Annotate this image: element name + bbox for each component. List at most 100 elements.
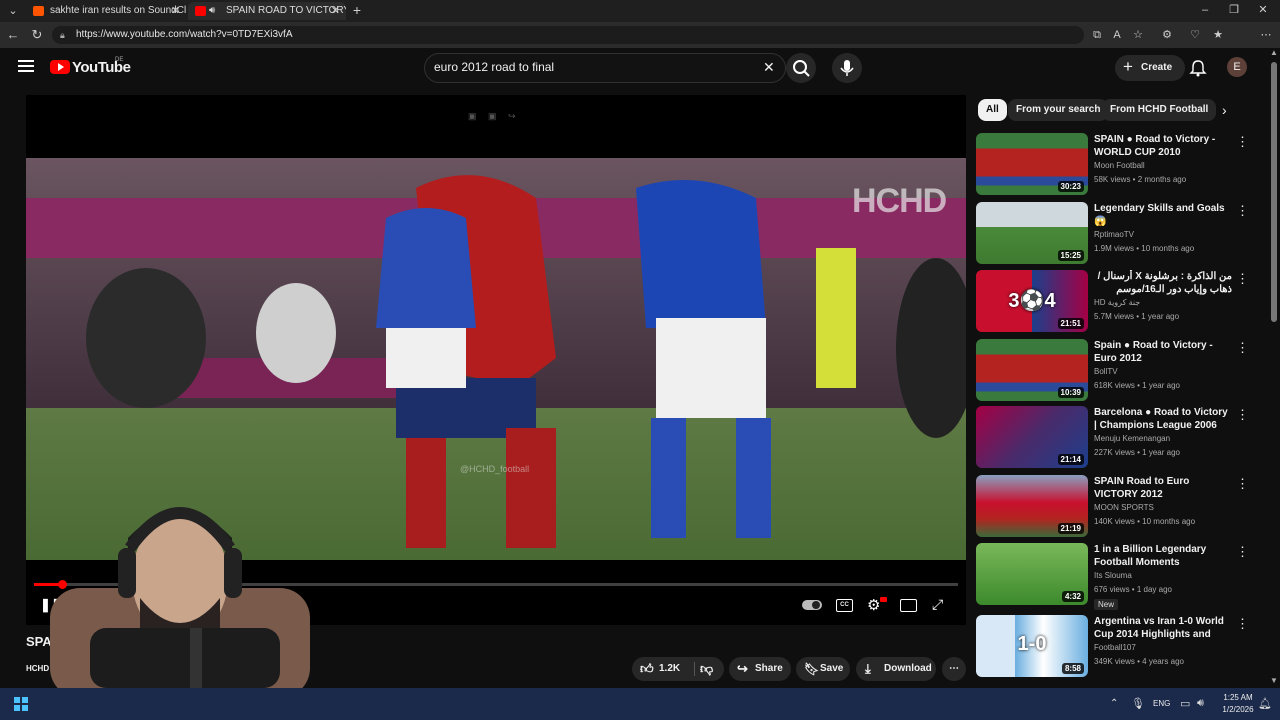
watch-later-icon[interactable]: ▣	[488, 111, 497, 122]
refresh-icon[interactable]: ↻	[30, 28, 44, 42]
video-thumbnail[interactable]: 1-0 8:58	[976, 615, 1088, 677]
voice-search-button[interactable]	[832, 53, 862, 83]
more-options-icon[interactable]: ⋮	[1236, 545, 1249, 558]
windows-start-icon[interactable]	[14, 697, 28, 711]
more-options-icon[interactable]: ⋮	[1236, 617, 1249, 630]
more-options-icon[interactable]: ⋮	[1236, 477, 1249, 490]
video-thumbnail[interactable]: 15:25	[976, 202, 1088, 264]
like-count[interactable]: 1.2K	[659, 657, 680, 681]
more-options-icon[interactable]: ⋮	[1236, 341, 1249, 354]
browser-essentials-icon[interactable]: ♡	[1188, 28, 1202, 42]
volume-icon[interactable]: 🔊︎	[1197, 697, 1204, 710]
video-channel[interactable]: Football107	[1094, 643, 1136, 652]
extensions-icon[interactable]: ⚙	[1160, 28, 1174, 42]
menu-icon[interactable]	[18, 60, 34, 72]
minimize-icon[interactable]: –	[1198, 3, 1212, 17]
autoplay-toggle[interactable]	[802, 600, 822, 610]
video-title[interactable]: من الذاكرة : برشلونة X أرسنال /ذهاب وإيا…	[1094, 270, 1232, 296]
tab-youtube[interactable]: 🔊︎ SPAIN ROAD TO VICTORY 20 ✕	[188, 2, 346, 20]
restore-icon[interactable]: ❐	[1227, 3, 1241, 17]
search-button[interactable]	[786, 53, 816, 83]
network-icon[interactable]: ▭	[1180, 697, 1190, 710]
favorites-icon[interactable]: ★	[1211, 28, 1225, 42]
back-icon[interactable]: ←	[6, 28, 20, 42]
app-available-icon[interactable]: ⧉	[1090, 28, 1104, 42]
speaker-icon[interactable]: 🔊︎	[209, 2, 215, 20]
video-channel[interactable]: MOON SPORTS	[1094, 503, 1154, 512]
scroll-down-icon[interactable]: ▼	[1270, 676, 1278, 685]
read-aloud-icon[interactable]: A	[1110, 28, 1124, 42]
video-thumbnail[interactable]: 30:23	[976, 133, 1088, 195]
chip-from-channel[interactable]: From HCHD Football	[1102, 99, 1217, 121]
url-field[interactable]: 🔒︎ https://www.youtube.com/watch?v=0TD7E…	[52, 26, 1084, 44]
recommended-video[interactable]: 30:23 SPAIN ● Road to Victory - WORLD CUP…	[976, 133, 1250, 197]
clock-time[interactable]: 1:25 AM	[1218, 693, 1258, 702]
video-thumbnail[interactable]: 21:19	[976, 475, 1088, 537]
like-icon[interactable]: 👍︎	[640, 657, 654, 681]
video-thumbnail[interactable]: 3⚽4 21:51	[976, 270, 1088, 332]
settings-gear-icon[interactable]: ⚙	[867, 596, 880, 614]
video-title[interactable]: SPAIN ● Road to Victory - WORLD CUP 2010	[1094, 133, 1232, 159]
scroll-up-icon[interactable]: ▲	[1270, 48, 1278, 57]
recommended-video[interactable]: 10:39 Spain ● Road to Victory - Euro 2012…	[976, 339, 1250, 403]
recommended-video[interactable]: 1-0 8:58 Argentina vs Iran 1-0 World Cup 2…	[976, 615, 1250, 679]
tab-soundcloud[interactable]: sakhte iran results on SoundClou ✕	[26, 2, 186, 20]
mini-player-icon[interactable]: ▣	[468, 111, 477, 122]
chip-all[interactable]: All	[978, 99, 1007, 121]
save-button[interactable]: 🔖︎ Save	[796, 657, 850, 681]
favorite-star-icon[interactable]: ☆	[1131, 28, 1145, 42]
video-title[interactable]: Spain ● Road to Victory - Euro 2012	[1094, 339, 1232, 365]
video-title[interactable]: Argentina vs Iran 1-0 World Cup 2014 Hig…	[1094, 615, 1232, 641]
more-options-icon[interactable]: ⋮	[1236, 204, 1249, 217]
more-options-icon[interactable]: ⋮	[1236, 272, 1249, 285]
close-tab-icon[interactable]: ✕	[331, 2, 340, 20]
close-tab-icon[interactable]: ✕	[171, 2, 180, 20]
video-thumbnail[interactable]: 21:14	[976, 406, 1088, 468]
video-thumbnail[interactable]: 4:32	[976, 543, 1088, 605]
theater-mode-icon[interactable]	[900, 599, 917, 612]
video-channel[interactable]: HD جنة كروية	[1094, 298, 1140, 307]
clear-search-icon[interactable]: ✕	[763, 59, 775, 76]
notifications-bell-icon[interactable]	[1189, 59, 1207, 77]
recommended-video[interactable]: 15:25 Legendary Skills and Goals 😱 Rptimao…	[976, 202, 1250, 266]
more-options-icon[interactable]: ⋮	[1236, 135, 1249, 148]
video-title[interactable]: Barcelona ● Road to Victory | Champions …	[1094, 406, 1232, 432]
microphone-tray-icon[interactable]: 🎙︎	[1131, 697, 1145, 710]
recommended-video[interactable]: 4:32 1 in a Billion Legendary Football Mo…	[976, 543, 1250, 610]
recommended-video[interactable]: 21:19 SPAIN Road to Euro VICTORY 2012 MOON…	[976, 475, 1250, 539]
video-thumbnail[interactable]: 10:39	[976, 339, 1088, 401]
chevron-right-icon[interactable]: ›	[1222, 102, 1227, 118]
video-channel[interactable]: Moon Football	[1094, 161, 1145, 170]
dislike-icon[interactable]: 👎︎	[700, 657, 713, 681]
video-channel[interactable]: RptimaoTV	[1094, 230, 1134, 239]
chip-from-your-search[interactable]: From your search	[1008, 99, 1109, 121]
create-button[interactable]: + Create	[1115, 55, 1185, 81]
show-hidden-icons[interactable]: ⌃	[1110, 698, 1118, 709]
scrollbar-thumb[interactable]	[1271, 62, 1277, 322]
share-button[interactable]: ↪ Share	[729, 657, 791, 681]
more-actions-button[interactable]: ⋯	[942, 657, 966, 681]
close-window-icon[interactable]: ✕	[1256, 3, 1270, 17]
more-menu-icon[interactable]: ⋯	[1259, 28, 1273, 42]
recommended-video[interactable]: 3⚽4 21:51 من الذاكرة : برشلونة X أرسنال /ذ…	[976, 270, 1250, 334]
page-scrollbar[interactable]: ▲ ▼	[1268, 48, 1280, 688]
video-channel[interactable]: BollTV	[1094, 367, 1118, 376]
clock-date[interactable]: 1/2/2026	[1216, 705, 1260, 714]
fullscreen-icon[interactable]: ⤢	[932, 596, 943, 613]
input-language[interactable]: ENG	[1153, 699, 1170, 708]
video-title[interactable]: 1 in a Billion Legendary Football Moment…	[1094, 543, 1232, 569]
avatar[interactable]: E	[1227, 57, 1247, 77]
download-button[interactable]: ⤓ Download	[856, 657, 936, 681]
tab-list-icon[interactable]: ⌄	[6, 4, 20, 18]
youtube-logo-icon[interactable]	[50, 60, 70, 74]
more-options-icon[interactable]: ⋮	[1236, 408, 1249, 421]
captions-icon[interactable]: CC	[836, 599, 853, 612]
recommended-video[interactable]: 21:14 Barcelona ● Road to Victory | Champ…	[976, 406, 1250, 470]
video-channel[interactable]: Menuju Kemenangan	[1094, 434, 1170, 443]
share-overlay-icon[interactable]: ↪	[508, 111, 516, 122]
notification-icon[interactable]: 🔔︎	[1258, 697, 1272, 710]
video-channel[interactable]: Its Slouma	[1094, 571, 1132, 580]
video-title[interactable]: SPAIN Road to Euro VICTORY 2012	[1094, 475, 1232, 501]
site-info-icon[interactable]: 🔒︎	[60, 26, 65, 44]
video-title[interactable]: Legendary Skills and Goals 😱	[1094, 202, 1232, 228]
